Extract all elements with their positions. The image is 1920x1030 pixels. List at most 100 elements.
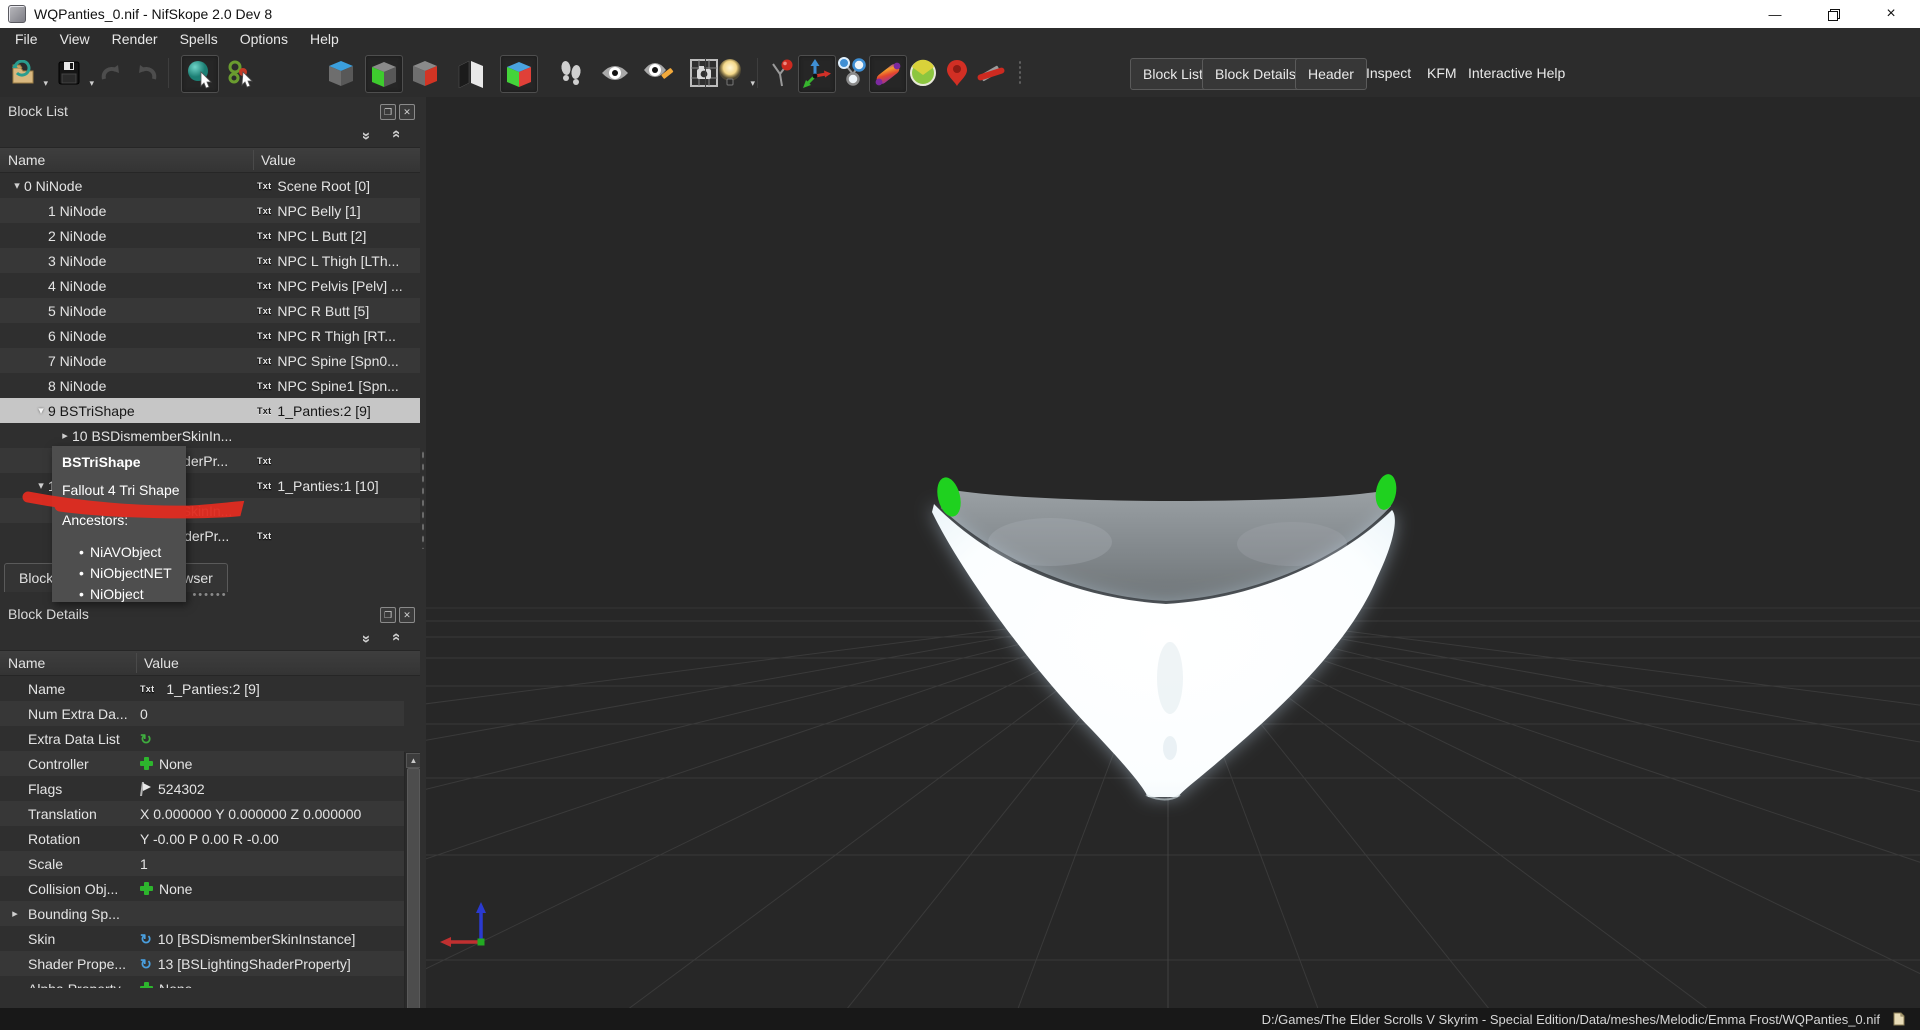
redo-icon[interactable] — [129, 55, 165, 91]
column-name[interactable]: Name — [0, 152, 255, 168]
select-vertex-icon[interactable] — [223, 55, 259, 91]
table-row[interactable]: Scale 1 — [0, 851, 404, 876]
vertex-pins-icon[interactable] — [763, 55, 799, 91]
expand-all-icon[interactable]: » — [386, 124, 404, 146]
table-row[interactable]: 8 NiNode Txt NPC Spine1 [Spn... — [0, 373, 420, 398]
table-row[interactable]: Rotation Y -0.00 P 0.00 R -0.00 — [0, 826, 404, 851]
txt-icon: Txt — [257, 456, 271, 466]
table-row[interactable]: Alpha Property None — [0, 976, 404, 988]
restore-button[interactable] — [1804, 0, 1862, 28]
minimize-button[interactable]: — — [1746, 0, 1804, 28]
menu-options[interactable]: Options — [229, 28, 299, 50]
close-panel-icon[interactable]: ✕ — [399, 104, 415, 120]
show-markers-icon[interactable] — [939, 55, 975, 91]
table-row[interactable]: Shader Prope... ↻ 13 [BSLightingShaderPr… — [0, 951, 404, 976]
show-hidden-icon[interactable] — [597, 55, 633, 91]
interactive-help-button[interactable]: Interactive Help — [1468, 58, 1565, 88]
menu-view[interactable]: View — [49, 28, 101, 50]
close-button[interactable]: × — [1862, 0, 1920, 28]
table-row[interactable]: Controller None — [0, 751, 404, 776]
edit-visibility-icon[interactable] — [640, 55, 676, 91]
expander-icon[interactable]: ▸ — [8, 907, 22, 920]
field-value: 10 [BSDismemberSkinInstance] — [158, 931, 356, 947]
kfm-button[interactable]: KFM — [1427, 58, 1457, 88]
float-panel-icon[interactable]: ❐ — [380, 607, 396, 623]
block-details-header[interactable]: Name Value — [0, 650, 420, 676]
inspect-button[interactable]: Inspect — [1366, 58, 1411, 88]
table-row[interactable]: ▸ Bounding Sp... — [0, 901, 404, 926]
table-row[interactable]: Collision Obj... None — [0, 876, 404, 901]
menu-bar: File View Render Spells Options Help — [0, 28, 1920, 50]
flip-perspective-icon[interactable] — [453, 55, 489, 91]
collapse-all-icon[interactable]: » — [358, 124, 376, 146]
column-value[interactable]: Value — [138, 655, 179, 671]
table-row[interactable]: Translation X 0.000000 Y 0.000000 Z 0.00… — [0, 801, 404, 826]
column-name[interactable]: Name — [0, 655, 138, 671]
table-row[interactable]: ▾ 9 BSTriShape Txt 1_Panties:2 [9] — [0, 398, 420, 423]
table-row[interactable]: 7 NiNode Txt NPC Spine [Spn0... — [0, 348, 420, 373]
show-nodes-icon[interactable] — [833, 55, 869, 91]
table-row[interactable]: 3 NiNode Txt NPC L Thigh [LTh... — [0, 248, 420, 273]
menu-file[interactable]: File — [4, 28, 49, 50]
viewport-3d[interactable] — [426, 97, 1920, 1008]
field-value: 1 — [140, 856, 148, 872]
scroll-up-icon[interactable]: ▲ — [406, 753, 421, 768]
view-side-icon[interactable] — [407, 55, 443, 91]
expander-icon[interactable]: ▾ — [10, 179, 24, 192]
menu-spells[interactable]: Spells — [169, 28, 229, 50]
expand-all-icon[interactable]: » — [386, 627, 404, 649]
table-row[interactable]: ▾ 0 NiNode Txt Scene Root [0] — [0, 173, 420, 198]
table-row[interactable]: Flags 524302 — [0, 776, 404, 801]
table-row[interactable]: Num Extra Da... 0 — [0, 701, 404, 726]
float-panel-icon[interactable]: ❐ — [380, 104, 396, 120]
expander-icon[interactable]: ▸ — [58, 429, 72, 442]
txt-icon: Txt — [257, 331, 271, 341]
field-value: None — [159, 881, 192, 897]
expander-icon[interactable]: ▾ — [34, 479, 48, 492]
view-top-icon[interactable] — [323, 55, 359, 91]
table-row[interactable]: Skin ↻ 10 [BSDismemberSkinInstance] — [0, 926, 404, 951]
block-details-toggle-button[interactable]: Block Details — [1202, 58, 1309, 90]
block-details-panel: Block Details ❐ ✕ » » Name Value Name Tx… — [0, 600, 420, 1008]
menu-help[interactable]: Help — [299, 28, 350, 50]
table-row[interactable]: 2 NiNode Txt NPC L Butt [2] — [0, 223, 420, 248]
open-file-icon[interactable]: ▾ — [5, 55, 41, 91]
table-row[interactable]: Extra Data List ↻ — [0, 726, 404, 751]
table-row[interactable]: Name Txt 1_Panties:2 [9] — [0, 676, 404, 701]
table-row[interactable]: 4 NiNode Txt NPC Pelvis [Pelv] ... — [0, 273, 420, 298]
block-list-header[interactable]: Name Value — [0, 147, 420, 173]
table-row[interactable]: ▸ 10 BSDismemberSkinIn... Txt — [0, 423, 420, 448]
table-row[interactable]: 6 NiNode Txt NPC R Thigh [RT... — [0, 323, 420, 348]
select-object-icon[interactable] — [181, 55, 219, 93]
walk-mode-icon[interactable] — [553, 55, 589, 91]
expander-icon[interactable]: ▾ — [34, 404, 48, 417]
toolbar-separator — [705, 58, 706, 88]
show-bones-icon[interactable] — [869, 55, 907, 93]
block-name: 9 BSTriShape — [48, 403, 135, 419]
tooltip-title: BSTriShape — [62, 454, 186, 470]
lod-slider-icon[interactable] — [905, 55, 941, 91]
show-axes-icon[interactable] — [798, 55, 836, 93]
table-row[interactable]: 1 NiNode Txt NPC Belly [1] — [0, 198, 420, 223]
txt-icon: Txt — [257, 531, 271, 541]
tooltip-ancestors-label: Ancestors: — [62, 512, 186, 528]
add-icon — [140, 982, 153, 988]
open-dropdown-icon[interactable]: ▾ — [43, 78, 48, 89]
table-row[interactable]: 5 NiNode Txt NPC R Butt [5] — [0, 298, 420, 323]
collapse-all-icon[interactable]: » — [358, 627, 376, 649]
lighting-dropdown-icon[interactable]: ▾ — [750, 78, 755, 89]
details-vertical-scrollbar[interactable]: ▲ ▼ — [404, 752, 421, 1030]
scrollbar-thumb[interactable] — [407, 768, 420, 1030]
column-value[interactable]: Value — [255, 152, 296, 168]
view-user-icon[interactable] — [500, 55, 538, 93]
lighting-icon[interactable]: ▾ — [712, 55, 748, 91]
header-toggle-button[interactable]: Header — [1295, 58, 1367, 90]
view-front-icon[interactable] — [365, 55, 403, 93]
save-file-icon[interactable]: ▾ — [51, 55, 87, 91]
close-panel-icon[interactable]: ✕ — [399, 607, 415, 623]
menu-render[interactable]: Render — [101, 28, 169, 50]
toolbar-grip[interactable] — [1018, 60, 1022, 86]
undo-icon[interactable] — [93, 55, 129, 91]
nifskope-window: WQPanties_0.nif - NifSkope 2.0 Dev 8 — ×… — [0, 0, 1920, 1030]
hide-properties-icon[interactable] — [973, 55, 1009, 91]
